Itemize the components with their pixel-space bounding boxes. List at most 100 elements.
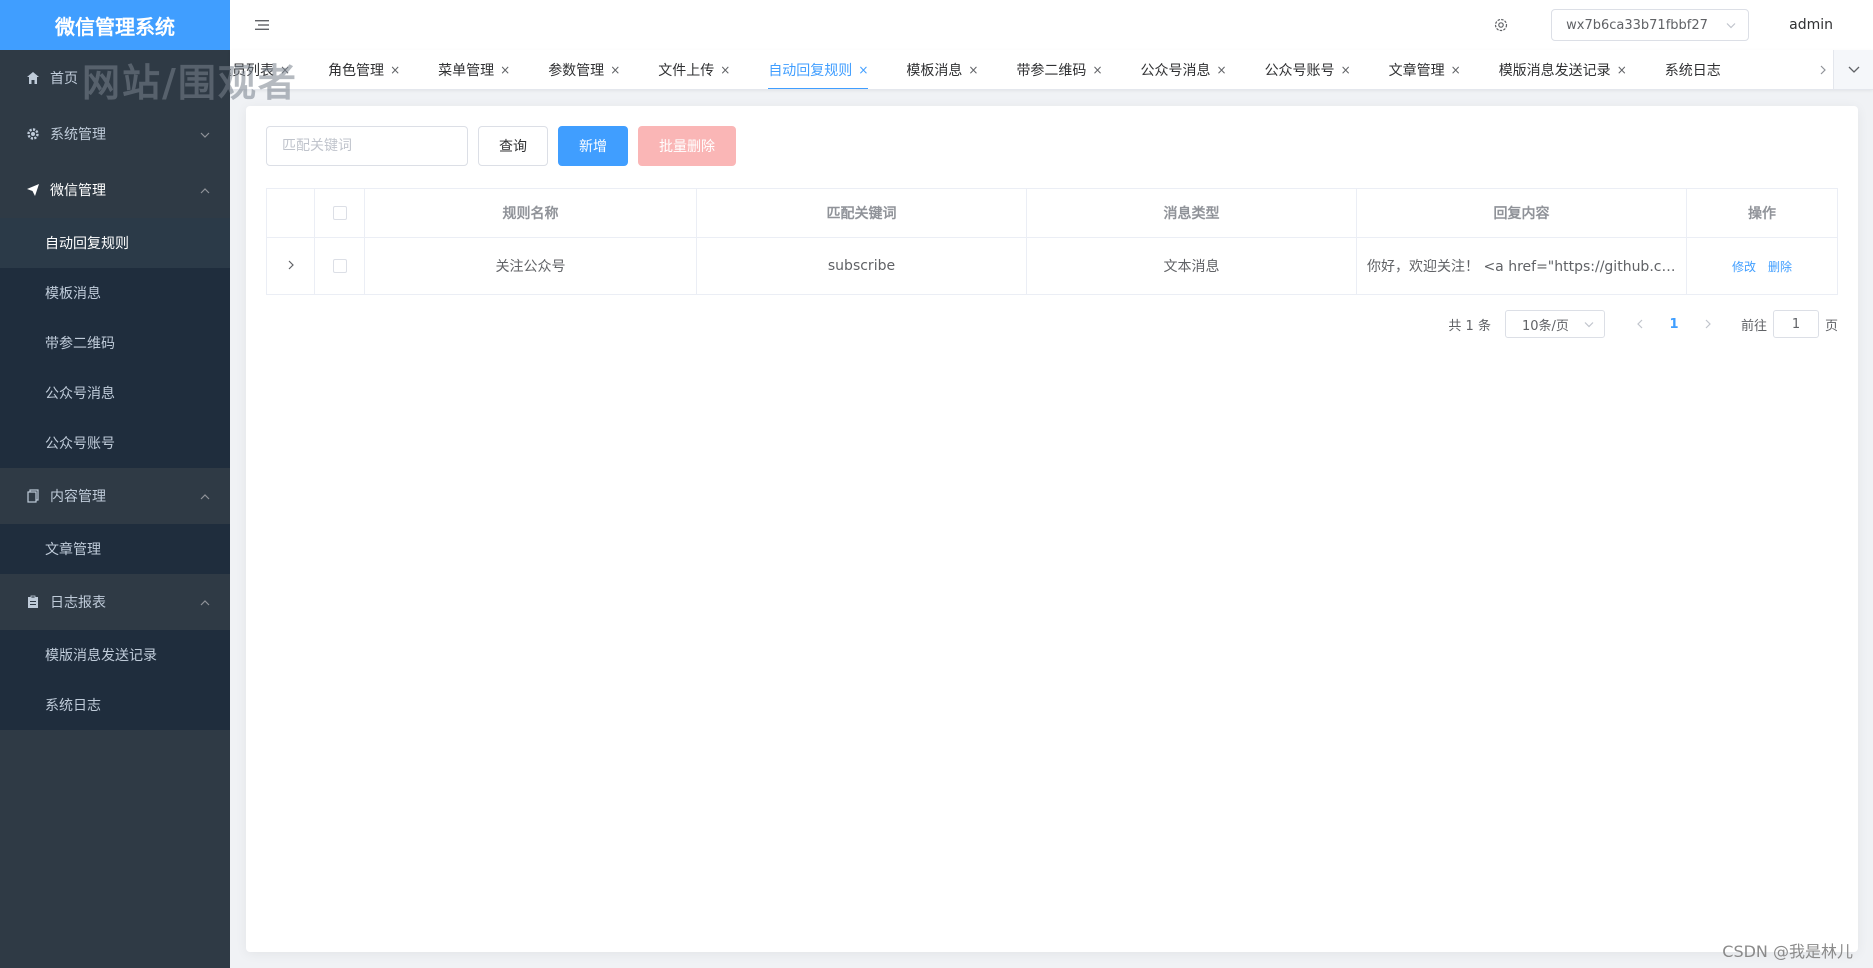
tabs-menu-button[interactable] <box>1833 50 1873 89</box>
account-select-value: wx7b6ca33b71fbbf27 <box>1566 17 1708 33</box>
chevron-up-icon <box>200 594 210 610</box>
tab-item[interactable]: 文件上传 × <box>658 50 730 89</box>
close-icon[interactable]: × <box>390 63 400 77</box>
sidebar-item-articles[interactable]: 文章管理 <box>0 524 230 574</box>
query-button[interactable]: 查询 <box>478 126 548 166</box>
sidebar-item-wechat[interactable]: 微信管理 <box>0 162 230 218</box>
chevron-right-icon[interactable] <box>1813 50 1833 89</box>
tab-item[interactable]: 模版消息发送记录 × <box>1498 50 1627 89</box>
chevron-up-icon <box>200 182 210 198</box>
sidebar-item-logs[interactable]: 日志报表 <box>0 574 230 630</box>
edit-link[interactable]: 修改 <box>1732 258 1756 275</box>
send-icon <box>24 181 42 199</box>
sidebar-item-system-log[interactable]: 系统日志 <box>0 680 230 730</box>
goto-suffix: 页 <box>1824 318 1838 334</box>
expand-header-cell <box>267 189 315 237</box>
sidebar-item-content[interactable]: 内容管理 <box>0 468 230 524</box>
sidebar-item-label: 微信管理 <box>50 183 106 199</box>
tab-label: 带参二维码 <box>1016 63 1087 79</box>
sidebar-item-official-msg[interactable]: 公众号消息 <box>0 368 230 418</box>
tab-item[interactable]: 菜单管理 × <box>438 50 510 89</box>
close-icon[interactable]: × <box>1341 63 1351 77</box>
delete-link[interactable]: 删除 <box>1768 258 1792 275</box>
page-size-value: 10条/页 <box>1521 318 1569 334</box>
tab-item[interactable]: 参数管理 × <box>548 50 620 89</box>
tab-label: 模版消息发送记录 <box>1498 63 1611 79</box>
tab-label: 菜单管理 <box>438 63 495 79</box>
tab-label: 公众号账号 <box>1264 63 1335 79</box>
hamburger-icon[interactable] <box>254 17 270 33</box>
goto-page-input[interactable]: 1 <box>1772 310 1819 338</box>
account-select[interactable]: wx7b6ca33b71fbbf27 <box>1551 9 1750 41</box>
chevron-right-icon[interactable] <box>288 258 294 274</box>
sidebar-item-template-log[interactable]: 模版消息发送记录 <box>0 630 230 680</box>
close-icon[interactable]: × <box>858 63 868 77</box>
rule-name-cell: 关注公众号 <box>365 238 697 294</box>
tab-item[interactable]: 公众号账号 × <box>1264 50 1351 89</box>
keyword-cell: subscribe <box>697 238 1027 294</box>
watermark-top: 网站/围观者 <box>82 61 298 105</box>
tab-label: 文件上传 <box>658 63 715 79</box>
reply-content-text: 你好，欢迎关注！ <a href="https://github.com/nie… <box>1367 259 1676 275</box>
submenu-content: 文章管理 <box>0 524 230 574</box>
keyword-search-input[interactable] <box>266 126 468 166</box>
sidebar: 微信管理系统 首页 系统管理 微信管理 自动回复规则 模板消息 带参二维码 公众… <box>0 0 230 968</box>
page-size-select[interactable]: 10条/页 <box>1504 310 1605 338</box>
sidebar-item-system[interactable]: 系统管理 <box>0 106 230 162</box>
app-title: 微信管理系统 <box>0 0 230 50</box>
tab-item[interactable]: 带参二维码 × <box>1016 50 1102 89</box>
close-icon[interactable]: × <box>1451 63 1461 77</box>
row-select-cell <box>315 238 365 294</box>
tab-item[interactable]: 角色管理 × <box>328 50 400 89</box>
sidebar-item-qrcode[interactable]: 带参二维码 <box>0 318 230 368</box>
sidebar-item-label: 首页 <box>50 71 78 87</box>
header-right: wx7b6ca33b71fbbf27 admin <box>1491 0 1873 50</box>
goto-page: 前往 1 页 <box>1741 310 1838 338</box>
expand-cell <box>267 238 315 294</box>
tab-item[interactable]: 文章管理 × <box>1388 50 1461 89</box>
close-icon[interactable]: × <box>968 63 978 77</box>
prev-page-button[interactable] <box>1625 310 1655 338</box>
gear-icon[interactable] <box>1491 15 1511 35</box>
next-page-button[interactable] <box>1693 310 1723 338</box>
operations-cell: 修改 删除 <box>1687 238 1837 294</box>
close-icon[interactable]: × <box>1092 63 1102 77</box>
clipboard-icon <box>24 593 42 611</box>
pagination: 共 1 条 10条/页 1 前往 1 页 <box>1448 310 1838 338</box>
tab-label: 参数管理 <box>548 63 605 79</box>
close-icon[interactable]: × <box>720 63 730 77</box>
close-icon[interactable]: × <box>1617 63 1627 77</box>
page-number-current[interactable]: 1 <box>1655 310 1693 338</box>
sidebar-item-auto-reply[interactable]: 自动回复规则 <box>0 218 230 268</box>
sidebar-item-official-account[interactable]: 公众号账号 <box>0 418 230 468</box>
submenu-logs: 模版消息发送记录 系统日志 <box>0 630 230 730</box>
chevron-right-icon <box>1705 319 1711 329</box>
tab-label: 文章管理 <box>1388 63 1445 79</box>
rules-table: 规则名称 匹配关键词 消息类型 回复内容 操作 关注公众号 subscribe … <box>266 188 1838 295</box>
add-button[interactable]: 新增 <box>558 126 628 166</box>
tab-item[interactable]: 系统日志 <box>1665 50 1721 89</box>
user-name[interactable]: admin <box>1789 17 1833 33</box>
toolbar: 查询 新增 批量删除 <box>266 126 736 166</box>
watermark-bottom: CSDN @我是林儿 <box>1722 942 1853 961</box>
tab-label: 公众号消息 <box>1140 63 1211 79</box>
tab-label: 角色管理 <box>328 63 385 79</box>
close-icon[interactable]: × <box>610 63 620 77</box>
tabs-track: 退员列表×角色管理×菜单管理×参数管理×文件上传×自动回复规则×模板消息×带参二… <box>230 50 1759 89</box>
copy-icon <box>24 487 42 505</box>
goto-prefix: 前往 <box>1740 318 1767 334</box>
column-header: 消息类型 <box>1027 189 1357 237</box>
close-icon[interactable]: × <box>500 63 510 77</box>
tab-item[interactable]: 公众号消息 × <box>1140 50 1227 89</box>
row-checkbox[interactable] <box>332 259 347 273</box>
column-header: 回复内容 <box>1357 189 1687 237</box>
close-icon[interactable]: × <box>1217 63 1227 77</box>
select-all-cell <box>315 189 365 237</box>
batch-delete-button[interactable]: 批量删除 <box>638 126 736 166</box>
tab-item[interactable]: 自动回复规则 × <box>768 50 869 89</box>
sidebar-item-template-msg[interactable]: 模板消息 <box>0 268 230 318</box>
select-all-checkbox[interactable] <box>332 206 347 220</box>
reply-content-cell: 你好，欢迎关注！ <a href="https://github.com/nie… <box>1357 238 1687 294</box>
tab-item[interactable]: 模板消息 × <box>906 50 978 89</box>
tab-label: 模板消息 <box>906 63 963 79</box>
